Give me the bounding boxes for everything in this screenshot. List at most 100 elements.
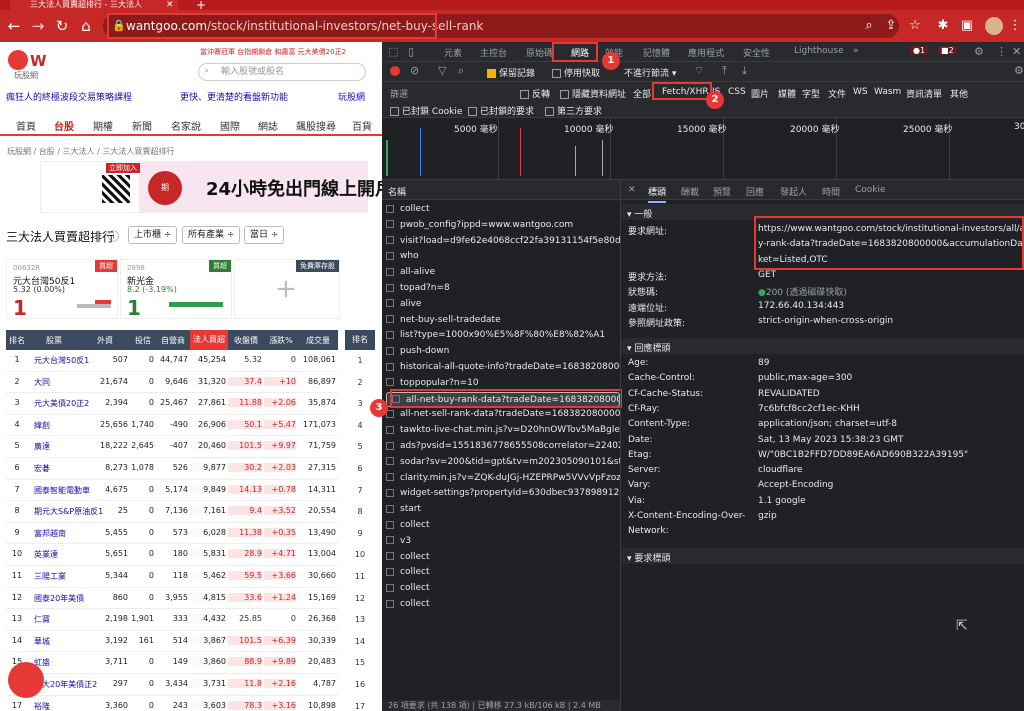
filter-icon[interactable]: ▽ [438,64,446,77]
breadcrumb[interactable]: 玩股網 / 台股 / 三大法人 / 三大法人買賣超排行 [7,146,174,157]
request-row[interactable]: ads?pvsid=1551836778655508correlator=224… [386,439,620,455]
search-requests-icon[interactable]: ⌕ [458,64,464,78]
panel-splitter[interactable] [620,180,621,711]
request-row[interactable]: push-down [386,344,620,360]
period-select[interactable]: 當日 ÷ [244,226,285,244]
tab-initiator[interactable]: 發起人 [780,185,807,198]
import-har-icon[interactable]: ⤒ [722,64,727,78]
filter-other[interactable]: 其他 [950,87,968,100]
table-row[interactable]: 7 國泰智能電動車 4,675 0 5,174 9,849 14.13 +0.78 14,311 [6,479,338,502]
slogan-link-1[interactable]: 瘋狂人的終極波段交易策略課程 [6,90,132,103]
tab-headers[interactable]: 標頭 [648,185,667,203]
tab-cookies[interactable]: Cookie [855,185,886,195]
nav-futures[interactable]: 期權 [93,118,113,133]
tab-elements[interactable]: 元素 [444,46,462,59]
back-icon[interactable]: ← [4,16,24,36]
filter-doc[interactable]: 文件 [828,87,846,100]
site-logo[interactable]: W 玩股網 [8,50,58,80]
invert-checkbox[interactable]: 反轉 [520,87,550,100]
tab-timing[interactable]: 時間 [822,185,840,198]
request-row[interactable]: all-net-sell-rank-data?tradeDate=1683820… [386,407,620,423]
table-row[interactable]: 3 元大美債20正2 2,394 0 25,467 27,861 11.88 +2.06 35,… [6,393,338,415]
request-row[interactable]: collect [386,518,620,534]
close-detail-icon[interactable]: ✕ [628,185,636,195]
filter-img[interactable]: 圖片 [751,87,769,100]
filter-font[interactable]: 字型 [802,87,820,100]
reload-icon[interactable]: ↻ [52,16,72,36]
column-header[interactable]: 外資 [80,335,130,346]
device-toggle-icon[interactable]: ▯ [408,45,414,58]
nav-home[interactable]: 首頁 [16,118,36,133]
nav-international[interactable]: 國際 [220,118,240,133]
table-row[interactable]: 16元大20年美債正229703,4343,73111.8+2.164,787 [6,674,338,696]
table-row[interactable]: 17 裕隆 3,360 0 243 3,603 78.3 +3.16 10,898 [6,695,338,711]
table-row[interactable]: 13 仁寶 2,198 1,901 333 4,432 25.85 0 26,368 [6,609,338,631]
disable-cache-checkbox[interactable]: 停用快取 [552,66,600,79]
nav-tw-stock[interactable]: 台股 [54,118,74,133]
slogan-link-3[interactable]: 玩股網 [338,90,365,103]
issue-count-badge[interactable]: ■2 [938,46,957,55]
filter-all[interactable]: 全部 [633,87,651,100]
blocked-requests-checkbox[interactable]: 已封鎖的要求 [468,104,534,117]
filter-css[interactable]: CSS [728,87,746,97]
nav-more[interactable]: 百貨 [352,118,372,133]
profile-avatar[interactable] [985,17,1003,35]
tab-lighthouse[interactable]: Lighthouse [794,46,844,56]
home-icon[interactable]: ⌂ [76,16,96,36]
live-chat-button[interactable] [8,662,44,698]
share-icon[interactable]: ⇪ [882,16,900,36]
ad-banner[interactable]: 立即加入 期 24小時免出門線上開戶 [40,161,393,213]
tab-memory[interactable]: 記憶體 [643,46,670,59]
menu-icon[interactable]: ⋮ [1006,16,1024,36]
table-row[interactable]: 11 三陽工業 5,344 0 118 5,462 59.5 +3.66 30,660 [6,566,338,588]
request-row[interactable]: v3 [386,534,620,550]
preserve-log-checkbox[interactable]: 保留記錄 [487,66,535,79]
table-row[interactable]: 2 大同 21,674 0 9,646 31,320 37.4 +10 86,897 [6,371,338,394]
request-row[interactable]: pwob_config?ippd=www.wantgoo.com [386,218,620,234]
column-header[interactable]: 股票 [28,335,80,346]
site-search-input[interactable]: 輸入股號或股名 [198,63,366,81]
zoom-icon[interactable]: ⌕ [860,16,878,36]
column-header[interactable]: 自營商 [156,335,190,346]
browser-tab[interactable]: 三大法人買賣超排行 - 三大法人 [10,0,178,10]
nav-news[interactable]: 新聞 [132,118,152,133]
portfolio-card[interactable]: 免費庫存股 + [234,259,340,319]
filter-input[interactable]: 篩選 [390,87,408,100]
tab-preview[interactable]: 預覽 [713,185,731,198]
sidepanel-icon[interactable]: ▣ [958,16,976,36]
forward-icon[interactable]: → [28,16,48,36]
nav-screener[interactable]: 飆股搜尋 [296,118,336,133]
table-row[interactable]: 4 緯創 25,656 1,740 -490 26,906 50.1 +5.47 171,073 [6,414,338,437]
column-header[interactable]: 收盤價 [228,335,264,346]
filter-ws[interactable]: WS [853,87,868,97]
nav-experts[interactable]: 名家說 [171,118,201,133]
filter-media[interactable]: 媒體 [778,87,796,100]
request-row[interactable]: who [386,249,620,265]
request-headers-section[interactable]: ▾ 要求標頭 [621,548,1024,564]
stock-card-2[interactable]: 2898 新光金 8.2 (-3.19%) 1 買超 [120,259,232,320]
tab-application[interactable]: 應用程式 [688,46,724,59]
request-row[interactable]: collect [386,597,620,613]
request-list-header[interactable]: 名稱 [382,180,620,200]
table-row[interactable]: 15 虹盛 3,711 0 149 3,860 88.9 +9.89 20,483 [6,652,338,674]
request-row[interactable]: historical-all-quote-info?tradeDate=1683… [386,360,620,376]
request-row[interactable]: all-alive [386,265,620,281]
request-row[interactable]: list?type=1000x90%E5%8F%80%E8%82%A1 [386,328,620,344]
column-header[interactable]: 漲跌% [264,335,298,346]
tab-more[interactable]: » [853,46,859,56]
hide-data-urls-checkbox[interactable]: 隱藏資料網址 [560,87,626,100]
settings-gear-icon[interactable]: ⚙ [974,45,984,58]
table-row[interactable]: 9 富邦越南 5,455 0 573 6,028 11.38 +0.35 13,490 [6,522,338,545]
devtools-menu-icon[interactable]: ⋮ [996,45,1007,58]
request-row[interactable]: collect [386,202,620,218]
network-conditions-icon[interactable]: ⌔ [694,64,704,78]
third-party-checkbox[interactable]: 第三方要求 [545,104,602,117]
slogan-link-2[interactable]: 更快、更清楚的看盤新功能 [180,90,288,103]
stock-card-1[interactable]: 00632R 元大台灣50反1 5.32 (0.00%) 1 買超 [6,259,118,320]
nav-blog[interactable]: 網誌 [258,118,278,133]
export-har-icon[interactable]: ⤓ [742,64,747,78]
request-row[interactable]: start [386,502,620,518]
market-select[interactable]: 上市櫃 ÷ [128,226,178,244]
table-row[interactable]: 5 廣達 18,222 2,645 -407 20,460 101.5 +9.97 71,759 [6,436,338,458]
column-header[interactable]: 投信 [130,335,156,346]
